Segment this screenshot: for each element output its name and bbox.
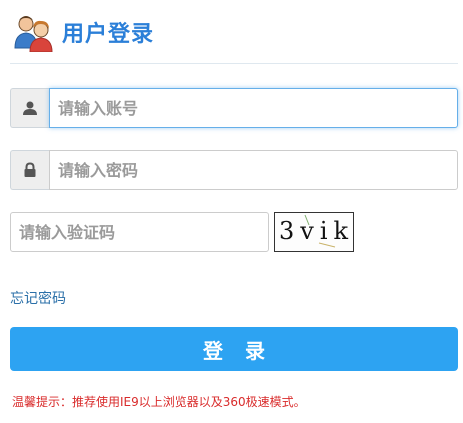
username-row [10,88,458,128]
user-icon [10,88,49,128]
password-row [10,150,458,190]
login-header: 用户登录 [12,12,155,53]
captcha-image[interactable]: 3vik [274,212,354,252]
captcha-input[interactable] [10,212,269,252]
page-title: 用户登录 [62,22,155,47]
header-divider [10,63,458,64]
users-icon [12,12,56,53]
login-button[interactable]: 登录 [10,327,458,371]
lock-icon [10,150,49,190]
captcha-text: 3vik [279,217,354,245]
forgot-password-link[interactable]: 忘记密码 [10,288,66,308]
username-input[interactable] [49,88,458,128]
browser-tip: 温馨提示：推荐使用IE9以上浏览器以及360极速模式。 [12,395,306,409]
password-input[interactable] [49,150,458,190]
